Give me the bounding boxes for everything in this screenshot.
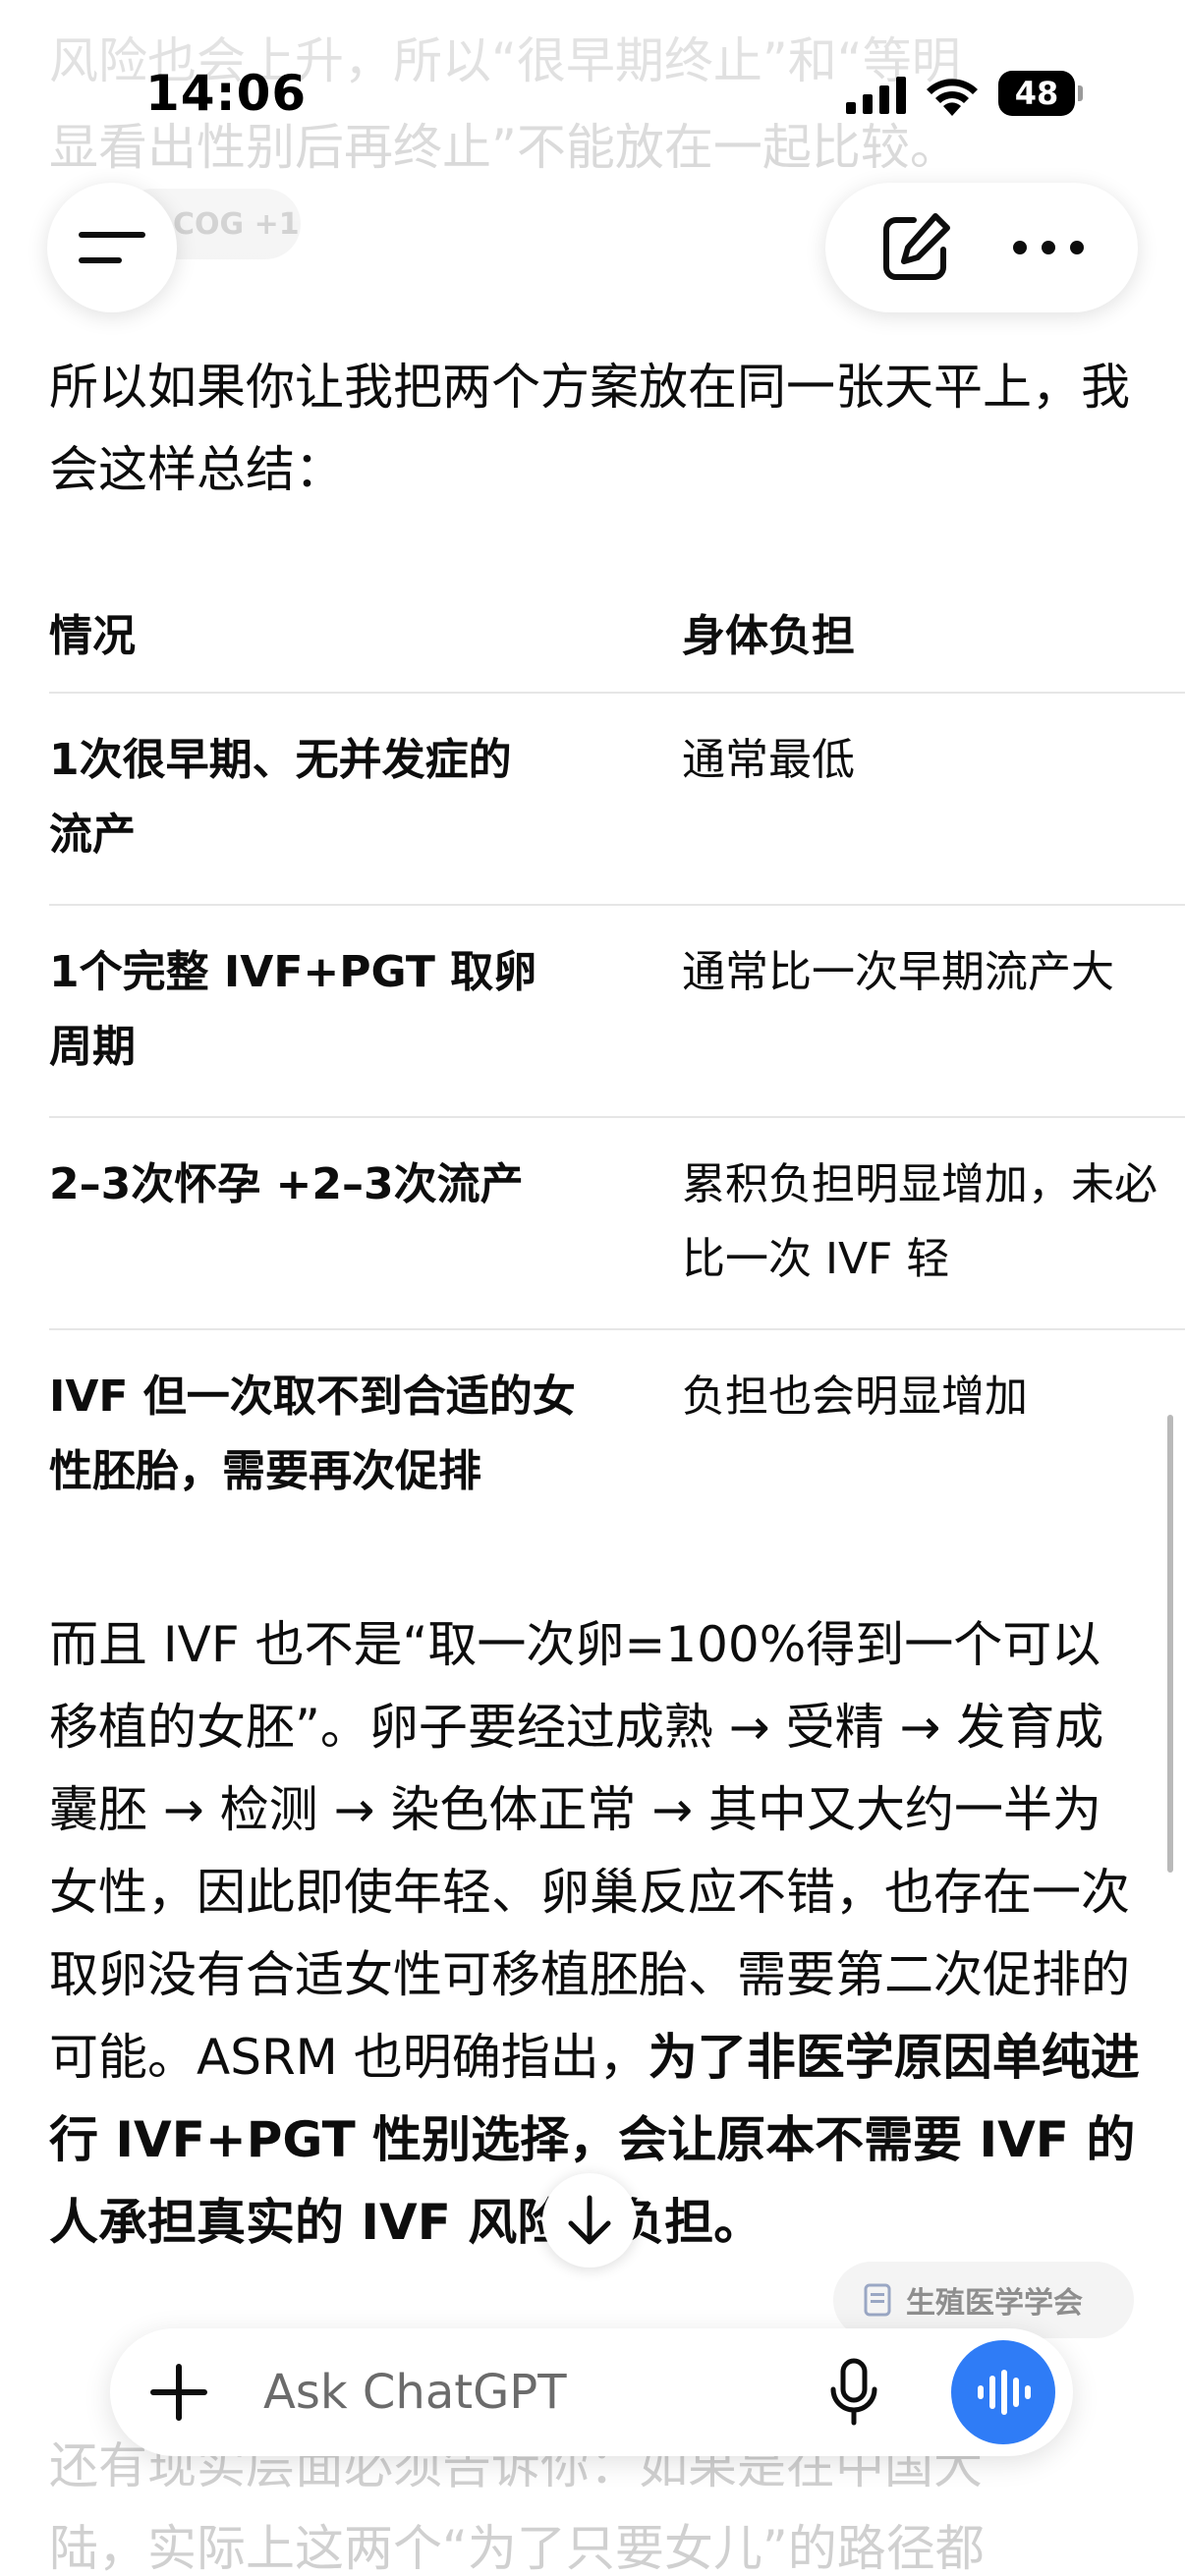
table-cell-burden: 累积负担明显增加，未必 比一次 IVF 轻 [682,1148,1185,1297]
table-cell-situation: 1个完整 IVF+PGT 取卵 周期 [49,935,649,1085]
cell-line: 1个完整 IVF+PGT 取卵 [49,947,537,997]
menu-icon [79,232,145,263]
comparison-table: 情况 身体负担 1次很早期、无并发症的 流产 通常最低 1个完整 IVF+PGT… [49,580,1185,1542]
cell-line: 周期 [49,1022,136,1072]
table-row: IVF 但一次取不到合适的女 性胚胎，需要再次促排 负担也会明显增加 [49,1330,1185,1542]
table-row: 1次很早期、无并发症的 流产 通常最低 [49,694,1185,906]
intro-paragraph: 所以如果你让我把两个方案放在同一张天平上，我会这样总结： [49,359,1130,498]
more-horizontal-icon [1012,241,1084,254]
cell-line: 1次很早期、无并发症的 [49,735,512,785]
explanation-paragraph: 而且 IVF 也不是“取一次卵=100%得到一个可以移植的女胚”。卵子要经过成熟… [49,1603,1140,2264]
microphone-icon [830,2358,877,2426]
message-composer [110,2328,1073,2456]
table-cell-situation: IVF 但一次取不到合适的女 性胚胎，需要再次促排 [49,1360,649,1509]
cell-line: 2–3次怀孕 +2–3次流产 [49,1159,524,1209]
table-cell-burden: 通常最低 [682,723,1185,798]
attach-button[interactable] [149,2363,208,2422]
table-cell-burden: 负担也会明显增加 [682,1360,1185,1434]
voice-waveform-icon [978,2370,1031,2415]
header-burden: 身体负担 [682,611,855,661]
source-chip-label: 生殖医学学会 [906,2286,1083,2321]
cell-line: IVF 但一次取不到合适的女 [49,1372,576,1422]
table-cell-situation: 2–3次怀孕 +2–3次流产 [49,1148,649,1222]
compose-icon [882,213,950,280]
source-citation-chip[interactable]: 生殖医学学会 [833,2262,1134,2338]
voice-mode-button[interactable] [951,2340,1055,2444]
status-bar: 14:06 48 [0,0,1185,147]
faded-line: 陆，实际上这两个“为了只要女儿”的路径都 [49,2520,985,2576]
battery-icon: 48 [998,71,1083,116]
table-row: 1个完整 IVF+PGT 取卵 周期 通常比一次早期流产大 [49,906,1185,1118]
message-input[interactable] [263,2362,814,2423]
scroll-to-bottom-button[interactable] [542,2173,637,2268]
table-header-row: 情况 身体负担 [49,580,1185,694]
header-actions [825,183,1138,312]
table-cell-burden: 通常比一次早期流产大 [682,935,1185,1010]
scrollbar[interactable] [1167,1415,1173,1873]
wifi-icon [927,79,978,116]
paragraph-text: 而且 IVF 也不是“取一次卵=100%得到一个可以移植的女胚”。卵子要经过成熟… [49,1616,1130,2086]
more-options-button[interactable] [1004,203,1093,292]
cell-line: 比一次 IVF 轻 [682,1234,950,1284]
table-row: 2–3次怀孕 +2–3次流产 累积负担明显增加，未必 比一次 IVF 轻 [49,1118,1185,1330]
document-icon [864,2283,891,2317]
status-time: 14:06 [145,65,308,122]
cell-line: 性胚胎，需要再次促排 [49,1446,481,1496]
sidebar-menu-button[interactable] [47,183,177,312]
cell-line: 流产 [49,810,136,860]
arrow-down-icon [568,2195,611,2245]
table-cell-situation: 1次很早期、无并发症的 流产 [49,723,649,872]
cell-line: 负担也会明显增加 [682,1372,1028,1422]
plus-icon [150,2364,207,2421]
cell-line: 通常比一次早期流产大 [682,947,1114,997]
cell-line: 通常最低 [682,735,855,785]
cellular-signal-icon [846,77,906,114]
dictation-button[interactable] [819,2358,888,2427]
new-chat-button[interactable] [872,203,960,292]
cell-line: 累积负担明显增加，未必 [682,1159,1157,1209]
header-situation: 情况 [49,611,136,661]
